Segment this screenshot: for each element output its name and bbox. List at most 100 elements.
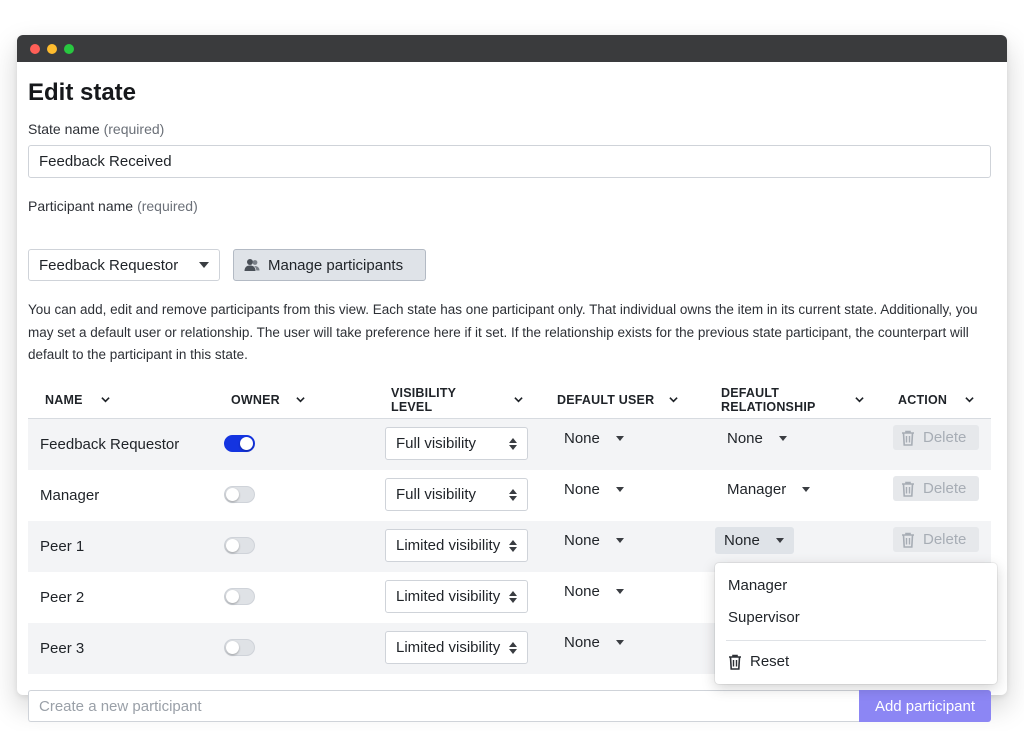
default-user-value: None: [564, 481, 600, 498]
chevron-down-icon: [199, 262, 209, 268]
column-header-owner[interactable]: OWNER: [231, 380, 280, 419]
trash-icon: [902, 532, 914, 548]
sort-updown-icon: [509, 438, 517, 450]
owner-toggle[interactable]: [224, 537, 255, 554]
visibility-select[interactable]: Limited visibility: [385, 580, 528, 613]
new-participant-input[interactable]: [28, 690, 860, 722]
table-row: Manager Full visibility None Manager Del…: [28, 470, 991, 521]
table-header: NAME OWNER VISIBILITY LEVEL DEFAULT USER…: [28, 380, 991, 419]
trash-icon: [902, 481, 914, 497]
minimize-window-button[interactable]: [47, 44, 57, 54]
visibility-value: Full visibility: [396, 435, 477, 452]
participant-name-label-text: Participant name: [28, 198, 134, 214]
menu-divider: [726, 640, 986, 641]
chevron-down-icon[interactable]: [101, 395, 110, 404]
state-name-label: State name (required): [28, 121, 164, 137]
manage-participants-label: Manage participants: [268, 256, 404, 274]
owner-toggle[interactable]: [224, 486, 255, 503]
delete-button[interactable]: Delete: [893, 476, 979, 501]
owner-toggle[interactable]: [224, 435, 255, 452]
participant-select-value: Feedback Requestor: [39, 256, 179, 274]
column-header-action[interactable]: ACTION: [898, 380, 947, 419]
default-user-dropdown[interactable]: None: [555, 578, 634, 605]
chevron-down-icon[interactable]: [855, 395, 864, 404]
menu-item-reset[interactable]: Reset: [728, 653, 789, 670]
default-user-dropdown[interactable]: None: [555, 629, 634, 656]
menu-item-manager[interactable]: Manager: [728, 577, 787, 594]
participant-name: Manager: [40, 487, 100, 504]
column-header-visibility[interactable]: VISIBILITY LEVEL: [391, 380, 456, 419]
chevron-down-icon: [615, 589, 624, 594]
chevron-down-icon[interactable]: [296, 395, 305, 404]
owner-toggle[interactable]: [224, 639, 255, 656]
visibility-select[interactable]: Full visibility: [385, 478, 528, 511]
participant-name-label: Participant name (required): [28, 198, 198, 214]
page-title: Edit state: [28, 79, 137, 106]
participant-name-required-hint: (required): [137, 198, 198, 214]
default-user-value: None: [564, 532, 600, 549]
close-window-button[interactable]: [30, 44, 40, 54]
maximize-window-button[interactable]: [64, 44, 74, 54]
column-header-visibility-line1: VISIBILITY: [391, 385, 457, 400]
default-relationship-dropdown[interactable]: Manager: [718, 476, 820, 503]
delete-button[interactable]: Delete: [893, 527, 979, 552]
app-window: Edit state State name(required) Particip…: [17, 35, 1007, 722]
delete-label: Delete: [923, 480, 967, 497]
default-relationship-value: Manager: [727, 481, 787, 498]
visibility-select[interactable]: Limited visibility: [385, 631, 528, 664]
sort-updown-icon: [509, 591, 517, 603]
visibility-value: Limited visibility: [396, 588, 501, 605]
delete-label: Delete: [923, 429, 967, 446]
default-relationship-value: None: [724, 532, 760, 549]
participant-select[interactable]: Feedback Requestor: [28, 249, 220, 281]
chevron-down-icon: [615, 487, 624, 492]
trash-icon: [729, 654, 741, 670]
add-participant-button[interactable]: Add participant: [859, 690, 991, 722]
state-name-input[interactable]: [28, 145, 991, 178]
participant-name: Peer 1: [40, 538, 85, 555]
state-name-required-hint: (required): [103, 121, 165, 137]
new-participant-row: Add participant: [28, 690, 991, 722]
edit-state-form: Edit state State name(required) Particip…: [28, 62, 997, 722]
default-relationship-dropdown[interactable]: None: [715, 527, 794, 554]
chevron-down-icon: [802, 487, 811, 492]
column-header-relationship-line2: RELATIONSHIP: [721, 399, 816, 414]
default-user-value: None: [564, 430, 600, 447]
menu-item-supervisor[interactable]: Supervisor: [728, 609, 800, 626]
default-user-dropdown[interactable]: None: [555, 425, 634, 452]
chevron-down-icon: [778, 436, 787, 441]
column-header-default-user[interactable]: DEFAULT USER: [557, 380, 654, 419]
chevron-down-icon: [615, 538, 624, 543]
delete-label: Delete: [923, 531, 967, 548]
sort-updown-icon: [509, 489, 517, 501]
visibility-select[interactable]: Full visibility: [385, 427, 528, 460]
default-relationship-dropdown[interactable]: None: [718, 425, 797, 452]
users-icon: [244, 259, 260, 271]
column-header-default-relationship[interactable]: DEFAULT RELATIONSHIP: [721, 380, 816, 419]
column-header-visibility-line2: LEVEL: [391, 399, 433, 414]
default-user-dropdown[interactable]: None: [555, 527, 634, 554]
participant-name: Peer 3: [40, 640, 85, 657]
sort-updown-icon: [509, 642, 517, 654]
delete-button[interactable]: Delete: [893, 425, 979, 450]
chevron-down-icon[interactable]: [669, 395, 678, 404]
default-user-dropdown[interactable]: None: [555, 476, 634, 503]
window-titlebar: [17, 35, 1007, 62]
visibility-value: Limited visibility: [396, 537, 501, 554]
participant-name: Feedback Requestor: [40, 436, 180, 453]
owner-toggle[interactable]: [224, 588, 255, 605]
manage-participants-button[interactable]: Manage participants: [233, 249, 426, 281]
trash-icon: [902, 430, 914, 446]
chevron-down-icon: [615, 436, 624, 441]
visibility-value: Limited visibility: [396, 639, 501, 656]
state-name-label-text: State name: [28, 121, 100, 137]
visibility-value: Full visibility: [396, 486, 477, 503]
participant-name: Peer 2: [40, 589, 85, 606]
chevron-down-icon[interactable]: [965, 395, 974, 404]
chevron-down-icon: [775, 538, 784, 543]
visibility-select[interactable]: Limited visibility: [385, 529, 528, 562]
relationship-dropdown-menu: Manager Supervisor Reset: [715, 563, 997, 684]
column-header-relationship-line1: DEFAULT: [721, 385, 780, 400]
column-header-name[interactable]: NAME: [45, 380, 83, 419]
chevron-down-icon[interactable]: [514, 395, 523, 404]
